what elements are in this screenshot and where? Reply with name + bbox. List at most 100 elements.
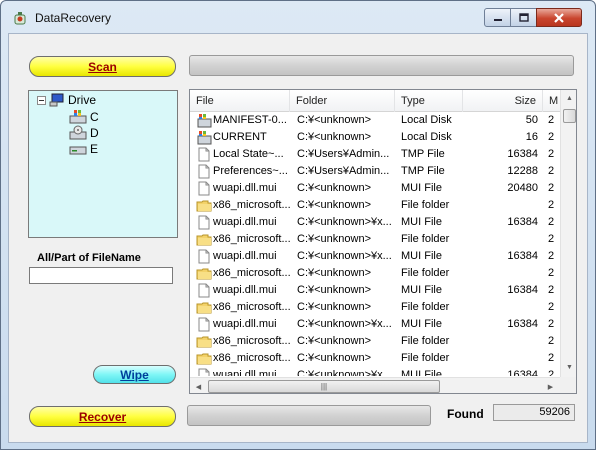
cell-modified: 2	[548, 335, 555, 347]
list-rows: MANIFEST-0... C:¥<unknown> Local Disk 50 2 CU…	[190, 112, 560, 376]
cell-type: File folder	[401, 352, 450, 364]
tree-item-drive-e[interactable]: E	[69, 141, 98, 156]
table-row[interactable]: wuapi.dll.mui C:¥<unknown> MUI File 16384 2	[190, 282, 560, 299]
column-type[interactable]: Type	[395, 90, 463, 112]
table-row[interactable]: x86_microsoft... C:¥<unknown> File folder 2	[190, 299, 560, 316]
drive-tree[interactable]: Drive C D E	[28, 90, 178, 238]
cell-type: MUI File	[401, 318, 442, 330]
table-row[interactable]: wuapi.dll.mui C:¥<unknown>¥x... MUI File 16…	[190, 248, 560, 265]
system-file-icon	[196, 113, 212, 128]
minimize-button[interactable]	[484, 8, 511, 27]
cell-file: wuapi.dll.mui	[213, 284, 277, 296]
vertical-scrollbar[interactable]: ▲ ▼	[560, 90, 576, 378]
cell-modified: 2	[548, 301, 555, 313]
tree-item-drive-d[interactable]: D	[69, 125, 99, 140]
close-icon	[554, 12, 564, 23]
table-row[interactable]: x86_microsoft... C:¥<unknown> File folder 2	[190, 231, 560, 248]
vertical-scroll-thumb[interactable]	[563, 109, 576, 123]
scroll-left-arrow-icon[interactable]: ◀	[190, 378, 207, 393]
table-row[interactable]: wuapi.dll.mui C:¥<unknown>¥x... MUI File 16…	[190, 214, 560, 231]
cell-size: 16384	[507, 284, 538, 296]
title-bar[interactable]: DataRecovery	[1, 1, 595, 31]
cell-size	[463, 333, 538, 350]
tree-label-c: C	[90, 109, 99, 124]
cell-file: x86_microsoft...	[213, 335, 291, 347]
column-modified[interactable]: M	[543, 90, 560, 112]
table-row[interactable]: MANIFEST-0... C:¥<unknown> Local Disk 50 2	[190, 112, 560, 129]
table-row[interactable]: wuapi.dll.mui C:¥<unknown>¥x... MUI File 16…	[190, 316, 560, 333]
filename-input[interactable]	[29, 267, 173, 284]
table-row[interactable]: x86_microsoft... C:¥<unknown> File folder 2	[190, 197, 560, 214]
cell-size: 16384	[507, 318, 538, 330]
scan-button[interactable]: Scan	[29, 56, 176, 77]
table-row[interactable]: wuapi.dll.mui C:¥<unknown> MUI File 20480 2	[190, 180, 560, 197]
app-icon	[14, 12, 26, 25]
column-file[interactable]: File	[190, 90, 290, 112]
cell-folder: C:¥<unknown>	[297, 182, 371, 194]
cell-folder: C:¥<unknown>¥x...	[297, 216, 392, 228]
cell-modified: 2	[548, 182, 555, 194]
removable-drive-icon	[69, 146, 87, 155]
app-window: DataRecovery Scan Drive C D E All/Part o…	[0, 0, 596, 450]
cell-type: File folder	[401, 267, 450, 279]
cell-folder: C:¥<unknown>¥x...	[297, 318, 392, 330]
tree-item-drive[interactable]: Drive	[37, 93, 96, 107]
table-row[interactable]: x86_microsoft... C:¥<unknown> File folder 2	[190, 265, 560, 282]
cell-type: File folder	[401, 301, 450, 313]
horizontal-scrollbar[interactable]: ◀ ||| ▶	[190, 377, 560, 393]
cell-size	[463, 299, 538, 316]
column-size[interactable]: Size	[463, 90, 543, 112]
cell-type: MUI File	[401, 216, 442, 228]
system-file-icon	[196, 130, 212, 145]
cell-file: Preferences~...	[213, 165, 288, 177]
maximize-button[interactable]	[510, 8, 537, 27]
cell-type: MUI File	[401, 250, 442, 262]
cell-folder: C:¥<unknown>	[297, 301, 371, 313]
cell-folder: C:¥Users¥Admin...	[297, 165, 390, 177]
recover-button[interactable]: Recover	[29, 406, 176, 427]
recover-progress-bar	[187, 405, 431, 426]
maximize-icon	[518, 13, 529, 22]
cell-file: wuapi.dll.mui	[213, 318, 277, 330]
tree-label-root: Drive	[68, 93, 97, 107]
cell-size: 16384	[507, 369, 538, 376]
cell-size	[463, 231, 538, 248]
collapse-icon[interactable]	[37, 95, 46, 105]
folder-icon	[196, 300, 212, 315]
cell-type: File folder	[401, 199, 450, 211]
cell-modified: 2	[548, 114, 555, 126]
cell-modified: 2	[548, 284, 555, 296]
table-row[interactable]: x86_microsoft... C:¥<unknown> File folder 2	[190, 350, 560, 367]
found-label: Found	[447, 407, 484, 421]
column-folder[interactable]: Folder	[290, 90, 395, 112]
cell-folder: C:¥<unknown>	[297, 233, 371, 245]
close-button[interactable]	[536, 8, 582, 27]
cell-modified: 2	[548, 318, 555, 330]
folder-icon	[196, 266, 212, 281]
file-icon	[196, 283, 212, 298]
cell-type: MUI File	[401, 182, 442, 194]
table-row[interactable]: Local State~... C:¥Users¥Admin... TMP File…	[190, 146, 560, 163]
scroll-up-arrow-icon[interactable]: ▲	[561, 90, 576, 107]
window-title: DataRecovery	[35, 11, 112, 25]
wipe-button[interactable]: Wipe	[93, 365, 176, 384]
cell-size: 16384	[507, 216, 538, 228]
horizontal-scroll-thumb[interactable]: |||	[208, 380, 440, 393]
tree-item-drive-c[interactable]: C	[69, 109, 99, 124]
scan-progress-bar	[189, 55, 574, 76]
computer-icon	[49, 93, 64, 107]
table-row[interactable]: Preferences~... C:¥Users¥Admin... TMP File…	[190, 163, 560, 180]
cell-type: Local Disk	[401, 131, 452, 143]
cell-folder: C:¥<unknown>	[297, 352, 371, 364]
scroll-down-arrow-icon[interactable]: ▼	[561, 359, 576, 376]
windows-drive-icon	[69, 110, 87, 124]
table-row[interactable]: wuapi.dll.mui C:¥<unknown>¥x... MUI File 16…	[190, 367, 560, 376]
table-row[interactable]: CURRENT C:¥<unknown> Local Disk 16 2	[190, 129, 560, 146]
minimize-icon	[493, 18, 502, 21]
scroll-right-arrow-icon[interactable]: ▶	[542, 378, 559, 393]
table-row[interactable]: x86_microsoft... C:¥<unknown> File folder 2	[190, 333, 560, 350]
cell-type: File folder	[401, 335, 450, 347]
file-list[interactable]: File Folder Type Size M MANIFEST-0... C:¥…	[189, 89, 577, 394]
cell-type: Local Disk	[401, 114, 452, 126]
cell-file: x86_microsoft...	[213, 199, 291, 211]
